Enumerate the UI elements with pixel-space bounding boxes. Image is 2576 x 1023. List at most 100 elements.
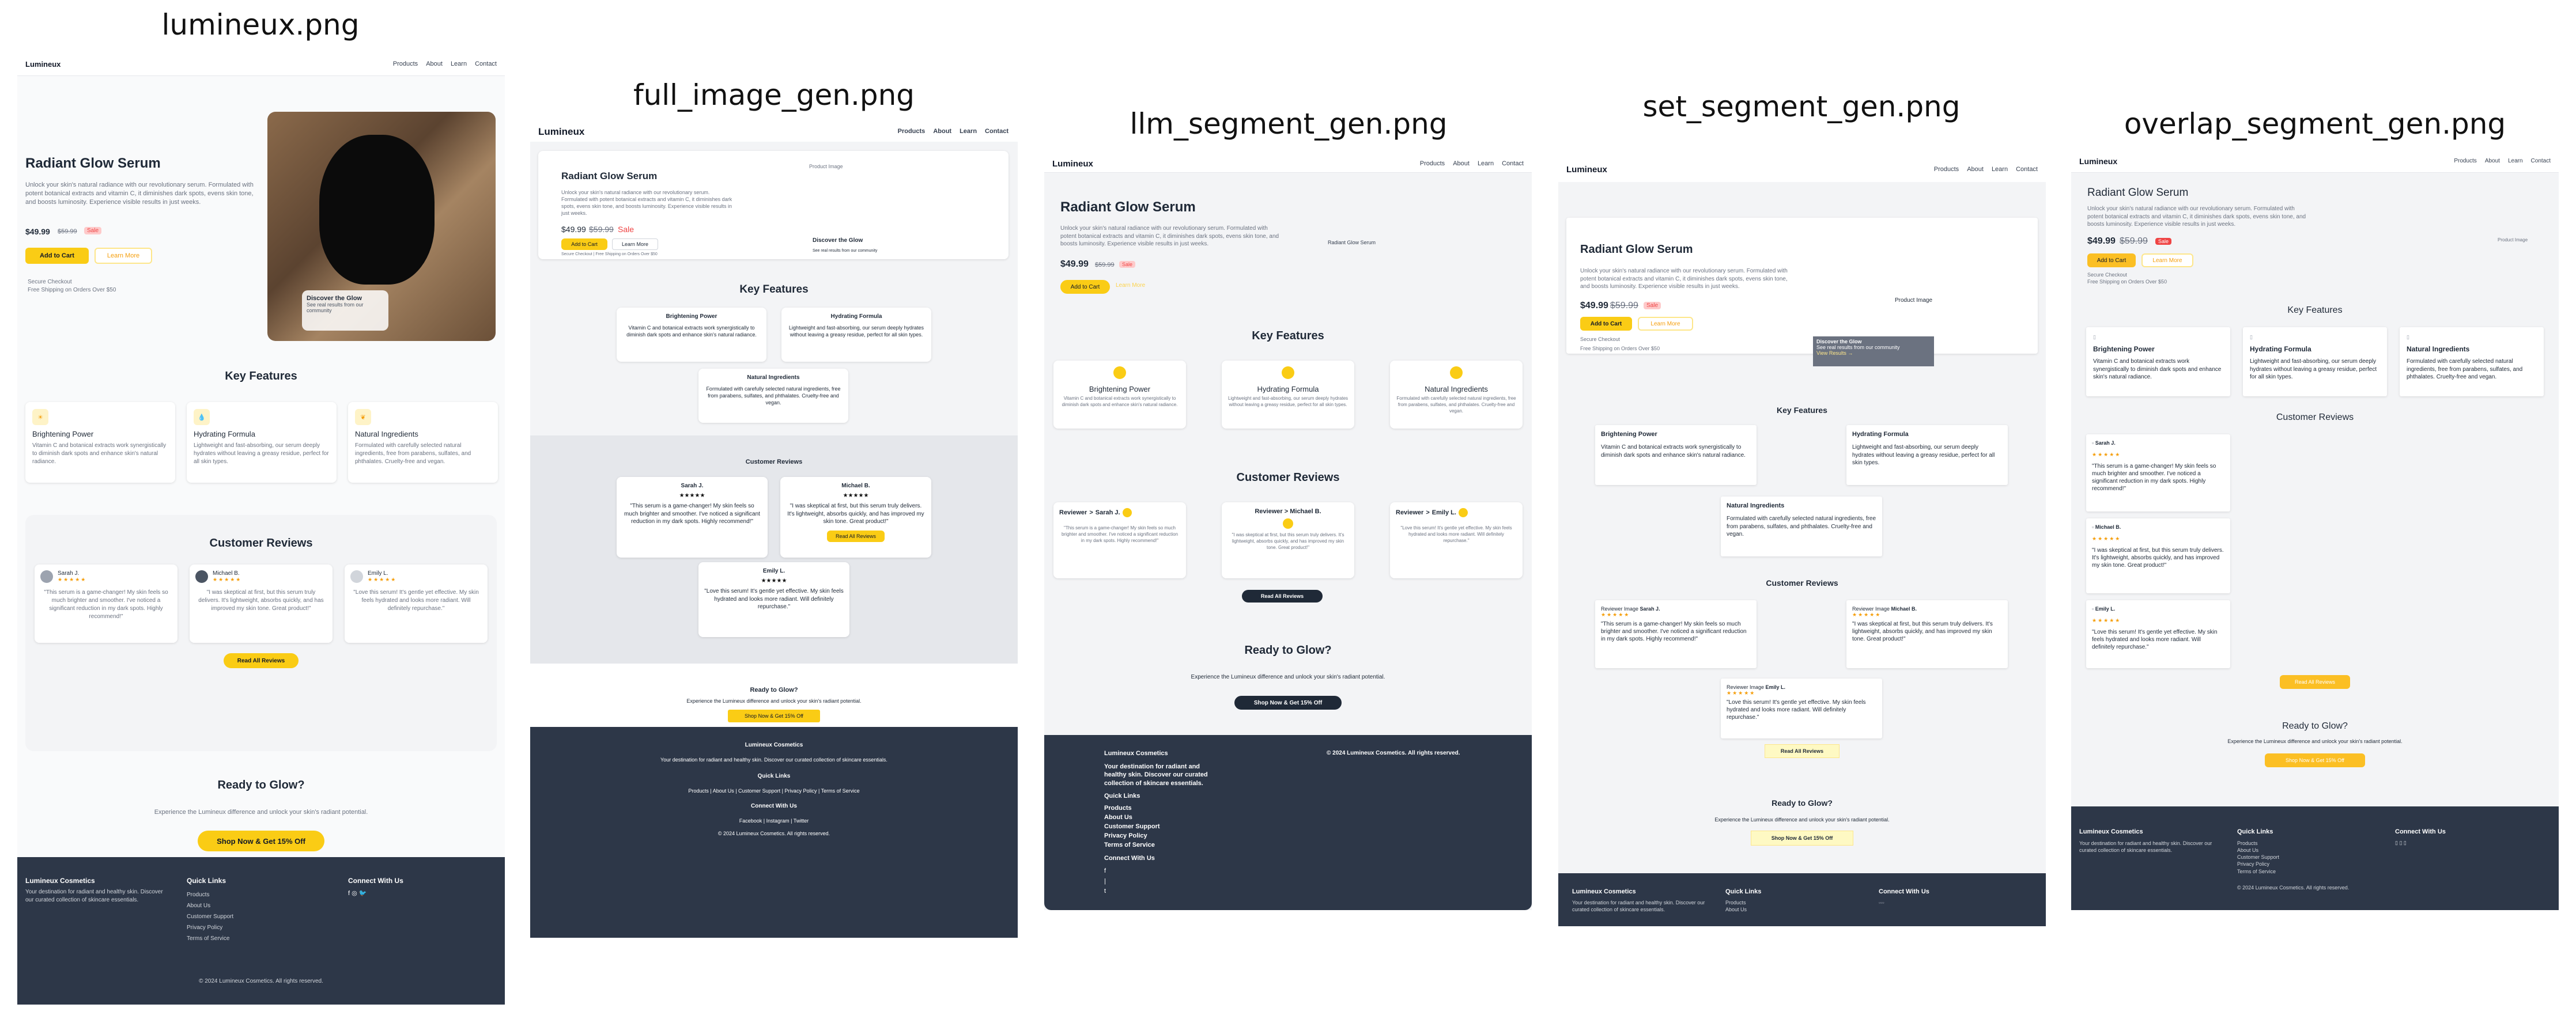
footer-link[interactable]: Products — [2237, 840, 2279, 847]
connect-title: Connect With Us — [1104, 855, 1155, 862]
nav-products[interactable]: Products — [2454, 158, 2476, 164]
reviewer-name: Sarah J. — [1640, 606, 1660, 612]
feature-text-1: Vitamin C and botanical extracts work sy… — [2093, 358, 2222, 380]
add-to-cart-button[interactable]: Add to Cart — [25, 248, 89, 264]
view-results-link[interactable]: View Results → — [1816, 350, 1931, 356]
footer-link[interactable]: Customer Support — [187, 911, 233, 922]
hero-price: $49.99 — [1060, 259, 1089, 269]
shop-now-button[interactable]: Shop Now & Get 15% Off — [1234, 696, 1342, 710]
navbar: Lumineux Products About Learn Contact — [530, 122, 1018, 142]
read-all-reviews-button[interactable]: Read All Reviews — [1242, 590, 1323, 603]
feature-text-3: Formulated with carefully selected natur… — [355, 442, 471, 465]
nav-about[interactable]: About — [1453, 160, 1470, 167]
social-icons[interactable]: f | t — [1104, 866, 1106, 897]
rating-stars: ★★★★★ — [2092, 536, 2121, 541]
shop-now-button[interactable]: Shop Now & Get 15% Off — [198, 831, 324, 851]
sale-badge: Sale — [1644, 302, 1661, 309]
review-text: "This serum is a game-changer! My skin f… — [1061, 525, 1179, 543]
nav-about[interactable]: About — [2485, 158, 2500, 164]
logo[interactable]: Lumineux — [538, 126, 584, 138]
footer-link[interactable]: Terms of Service — [187, 933, 233, 944]
reviews-title: Customer Reviews — [2276, 412, 2354, 422]
hero-price: $49.99 — [25, 227, 50, 236]
hero-title: Radiant Glow Serum — [25, 156, 161, 171]
learn-more-button[interactable]: Learn More — [612, 238, 658, 250]
review-text: "I was skeptical at first, but this seru… — [787, 503, 924, 525]
nav-learn[interactable]: Learn — [1478, 160, 1494, 167]
footer-link[interactable]: Terms of Service — [1104, 841, 1160, 850]
nav-learn[interactable]: Learn — [1992, 166, 2008, 173]
read-all-reviews-button[interactable]: Read All Reviews — [827, 530, 885, 542]
discover-text: See real results from our community — [813, 249, 878, 253]
nav-contact[interactable]: Contact — [2531, 158, 2551, 164]
footer-link[interactable]: About Us — [2237, 847, 2279, 854]
sun-icon: ▯ — [2093, 334, 2096, 340]
footer-link[interactable]: About Us — [1104, 813, 1160, 823]
logo[interactable]: Lumineux — [25, 60, 61, 69]
connect-title: Connect With Us — [751, 803, 797, 809]
nav-learn[interactable]: Learn — [960, 128, 977, 135]
nav-learn[interactable]: Learn — [2508, 158, 2523, 164]
footer-links[interactable]: Products | About Us | Customer Support |… — [530, 788, 1018, 794]
footer-link[interactable]: Products — [1725, 900, 1747, 907]
footer-link[interactable]: Terms of Service — [2237, 868, 2279, 875]
add-to-cart-button[interactable]: Add to Cart — [561, 238, 607, 250]
droplet-icon: ▯ — [2250, 334, 2253, 340]
nav-contact[interactable]: Contact — [2016, 166, 2038, 173]
nav-products[interactable]: Products — [1934, 166, 1959, 173]
logo[interactable]: Lumineux — [2079, 157, 2117, 166]
nav-links: Products About Learn Contact — [898, 128, 1009, 135]
reviewer-name: Sarah J. — [681, 483, 704, 489]
footer-link[interactable]: Products — [187, 889, 233, 900]
shop-now-button[interactable]: Shop Now & Get 15% Off — [728, 710, 820, 722]
learn-more-button[interactable]: Learn More — [2141, 253, 2193, 267]
read-all-reviews-button[interactable]: Read All Reviews — [1765, 744, 1840, 758]
nav-products[interactable]: Products — [393, 60, 418, 67]
review-card-1: Sarah J. ★★★★★ "This serum is a game-chan… — [35, 564, 177, 643]
footer-link[interactable]: Privacy Policy — [1104, 832, 1160, 841]
shop-now-button[interactable]: Shop Now & Get 15% Off — [2265, 753, 2365, 767]
social-icons[interactable]: ▫▫▫ — [1879, 900, 1884, 905]
shop-now-button[interactable]: Shop Now & Get 15% Off — [1751, 831, 1853, 846]
footer-link[interactable]: Customer Support — [2237, 854, 2279, 861]
review-card-3: Emily L. ★★★★★ "Love this serum! It's ge… — [698, 562, 849, 637]
add-to-cart-button[interactable]: Add to Cart — [1580, 317, 1632, 331]
rating-dot-icon — [1122, 508, 1132, 517]
read-all-reviews-button[interactable]: Read All Reviews — [2280, 675, 2350, 689]
nav-products[interactable]: Products — [1420, 160, 1445, 167]
nav-contact[interactable]: Contact — [1502, 160, 1524, 167]
add-to-cart-button[interactable]: Add to Cart — [1060, 280, 1110, 294]
footer-link[interactable]: Customer Support — [1104, 823, 1160, 832]
nav-contact[interactable]: Contact — [475, 60, 497, 67]
feature-card-2: ▯ Hydrating Formula Lightweight and fast… — [2243, 327, 2387, 396]
reviewer-name: Emily L. — [2095, 606, 2116, 612]
learn-more-link[interactable]: Learn More — [1116, 282, 1145, 289]
logo[interactable]: Lumineux — [1052, 159, 1093, 169]
social-links[interactable]: Facebook | Instagram | Twitter — [530, 818, 1018, 824]
add-to-cart-button[interactable]: Add to Cart — [2087, 253, 2136, 267]
footer-link[interactable]: About Us — [187, 900, 233, 911]
nav-about[interactable]: About — [426, 60, 443, 67]
nav-products[interactable]: Products — [898, 128, 926, 135]
footer-link[interactable]: Privacy Policy — [187, 922, 233, 933]
learn-more-button[interactable]: Learn More — [1638, 317, 1693, 331]
cta-title: Ready to Glow? — [2282, 721, 2348, 731]
read-all-reviews-button[interactable]: Read All Reviews — [224, 653, 299, 668]
rating-stars: ★★★★★ — [1601, 612, 1630, 617]
avatar — [350, 570, 363, 583]
footer-link[interactable]: Privacy Policy — [2237, 861, 2279, 867]
footer-link[interactable]: Products — [1104, 804, 1160, 813]
learn-more-button[interactable]: Learn More — [95, 248, 152, 264]
logo[interactable]: Lumineux — [1566, 165, 1607, 175]
product-image-placeholder: Product Image — [2498, 237, 2528, 243]
copyright: © 2024 Lumineux Cosmetics. All rights re… — [2237, 885, 2350, 891]
nav-learn[interactable]: Learn — [451, 60, 467, 67]
footer-link[interactable]: About Us — [1725, 907, 1747, 914]
nav-about[interactable]: About — [933, 128, 951, 135]
reviewer-name: Sarah J. — [58, 570, 80, 577]
nav-about[interactable]: About — [1967, 166, 1984, 173]
social-icons[interactable]: f ◎ 🐦 — [348, 889, 367, 897]
nav-contact[interactable]: Contact — [985, 128, 1009, 135]
navbar: Lumineux Products About Learn Contact — [17, 54, 505, 76]
social-icons[interactable]: ▯ ▯ ▯ — [2395, 840, 2407, 846]
